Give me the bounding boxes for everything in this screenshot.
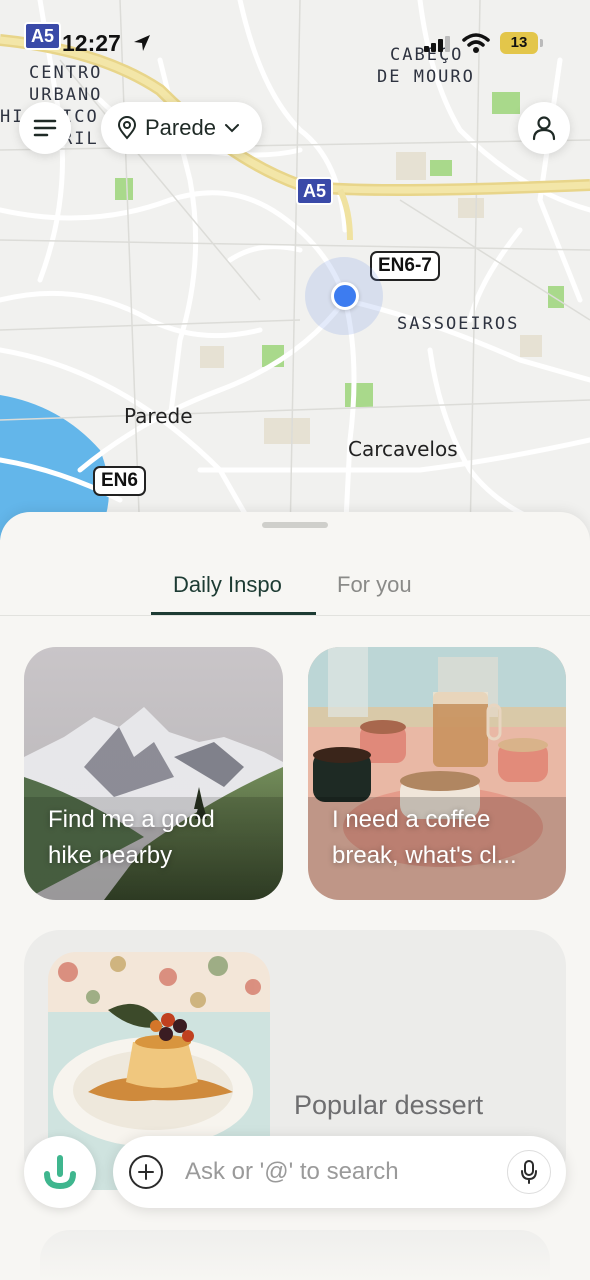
- map-view[interactable]: CENTRO URBANO HIS ICO RIL CABEÇO DE MOUR…: [0, 0, 590, 540]
- road-shield: EN6: [93, 466, 146, 496]
- voice-input-button[interactable]: [507, 1150, 551, 1194]
- card-title-line: hike nearby: [48, 842, 173, 869]
- active-tab-indicator: [151, 612, 316, 615]
- road-shield: EN6-7: [370, 251, 440, 281]
- card-title: I need a coffee break, what's cl...: [332, 802, 562, 874]
- card-title-line: break, what's cl...: [332, 842, 517, 869]
- map-area-label: CENTRO: [29, 63, 103, 83]
- assistant-logo-icon: [44, 1155, 76, 1190]
- search-input[interactable]: [185, 1156, 495, 1188]
- status-time: 12:27: [62, 30, 121, 56]
- featured-card-title: Popular dessert: [294, 1090, 484, 1120]
- assistant-button[interactable]: [24, 1136, 96, 1208]
- bottom-fade: [40, 1230, 550, 1280]
- location-name: Parede: [145, 115, 216, 140]
- tab-daily-inspo[interactable]: Daily Inspo: [173, 572, 282, 598]
- location-selector[interactable]: Parede: [101, 102, 262, 154]
- add-button[interactable]: [129, 1155, 163, 1189]
- menu-icon: [33, 119, 57, 137]
- map-place-label: Parede: [124, 404, 193, 428]
- map-area-label: DE MOURO: [377, 67, 475, 87]
- profile-button[interactable]: [518, 102, 570, 154]
- sheet-drag-handle[interactable]: [262, 522, 328, 528]
- tab-bar: Daily Inspo For you: [0, 560, 590, 616]
- current-location-dot[interactable]: [331, 282, 359, 310]
- card-title: Find me a good hike nearby: [48, 802, 278, 874]
- map-place-label: Carcavelos: [348, 437, 458, 461]
- app-screen: CENTRO URBANO HIS ICO RIL CABEÇO DE MOUR…: [0, 0, 590, 1280]
- cellular-signal-icon: [424, 36, 450, 52]
- tab-for-you[interactable]: For you: [337, 572, 412, 598]
- location-pin-icon: [117, 116, 137, 140]
- coffee-suggestion-card[interactable]: I need a coffee break, what's cl...: [308, 647, 566, 900]
- battery-icon: 13: [500, 32, 543, 54]
- map-area-label: SASSOEIROS: [397, 314, 520, 334]
- wifi-icon: [462, 33, 490, 53]
- hike-suggestion-card[interactable]: Find me a good hike nearby: [24, 647, 283, 900]
- search-bar[interactable]: [113, 1136, 566, 1208]
- highway-shield: A5: [296, 177, 334, 205]
- location-arrow-icon: [134, 35, 150, 51]
- menu-button[interactable]: [19, 102, 71, 154]
- user-icon: [532, 116, 556, 141]
- microphone-icon: [521, 1160, 537, 1184]
- card-title-line: I need a coffee: [332, 806, 491, 833]
- highway-shield: A5: [24, 22, 62, 50]
- chevron-down-icon: [224, 124, 239, 133]
- plus-icon: [138, 1164, 154, 1180]
- card-title-line: Find me a good: [48, 806, 215, 833]
